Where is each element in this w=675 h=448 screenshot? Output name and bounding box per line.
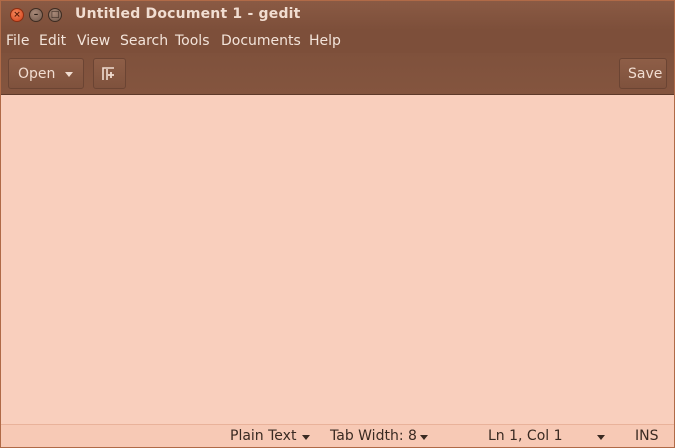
position-chevron-down-icon[interactable] — [597, 435, 605, 440]
cursor-position[interactable]: Ln 1, Col 1 — [488, 428, 563, 444]
menu-bar: File Edit View Search Tools Documents He… — [1, 30, 674, 53]
open-button[interactable]: Open — [8, 58, 84, 89]
text-editor[interactable] — [1, 95, 674, 424]
save-label: Save — [628, 66, 663, 82]
status-bar: Plain Text Tab Width: 8 Ln 1, Col 1 INS — [1, 424, 674, 447]
close-button[interactable]: × — [10, 8, 24, 22]
gedit-window: × – □ Untitled Document 1 - gedit File E… — [0, 0, 675, 448]
language-chevron-down-icon[interactable] — [302, 435, 310, 440]
maximize-button[interactable]: □ — [48, 8, 62, 22]
menu-edit[interactable]: Edit — [39, 33, 66, 49]
save-button[interactable]: Save — [619, 58, 667, 89]
menu-file[interactable]: File — [6, 33, 29, 49]
minimize-button[interactable]: – — [29, 8, 43, 22]
tab-width-selector-label[interactable]: Tab Width: 8 — [330, 428, 417, 444]
toolbar: Open Save — [1, 53, 674, 95]
language-selector-label[interactable]: Plain Text — [230, 428, 296, 444]
title-bar[interactable]: × – □ Untitled Document 1 - gedit — [1, 1, 674, 30]
tab-width-chevron-down-icon[interactable] — [420, 435, 428, 440]
menu-view[interactable]: View — [77, 33, 110, 49]
open-label: Open — [18, 66, 56, 82]
maximize-icon: □ — [50, 10, 60, 20]
insert-mode-indicator: INS — [635, 428, 659, 444]
menu-documents[interactable]: Documents — [221, 33, 301, 49]
menu-help[interactable]: Help — [309, 33, 341, 49]
menu-tools[interactable]: Tools — [175, 33, 210, 49]
window-title: Untitled Document 1 - gedit — [75, 6, 301, 22]
menu-search[interactable]: Search — [120, 33, 168, 49]
chevron-down-icon — [65, 72, 73, 77]
new-tab-button[interactable] — [93, 58, 126, 89]
close-icon: × — [13, 10, 21, 20]
minimize-icon: – — [33, 10, 39, 20]
new-tab-icon — [102, 67, 114, 80]
